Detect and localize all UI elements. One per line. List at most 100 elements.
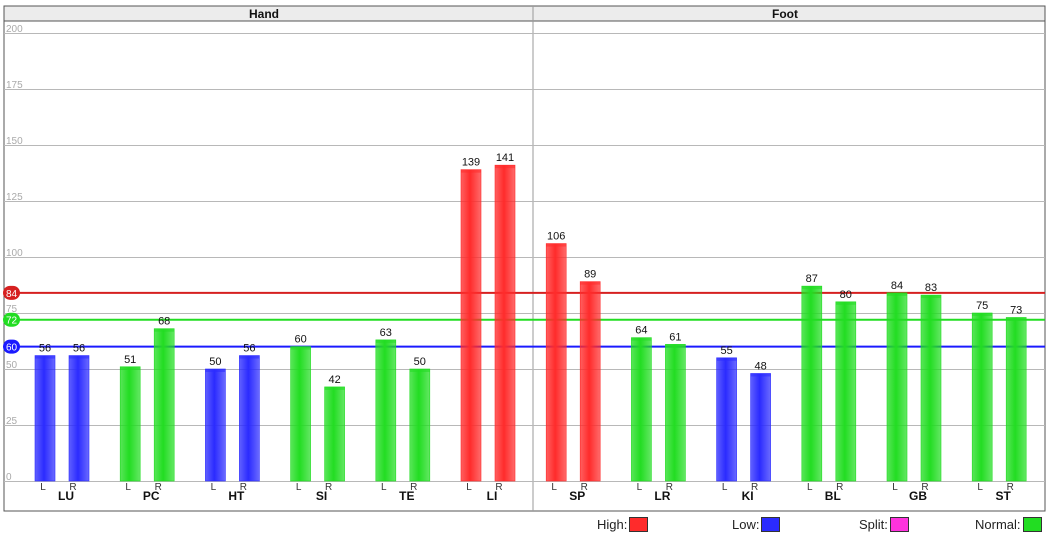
- meridian-chart: Hand Foot 0 25 50 75 100 125 150 175 200 84 72 60 …: [0, 0, 1051, 537]
- group-label-li: LI: [487, 489, 498, 503]
- side-label: L: [637, 482, 643, 493]
- y-tick-label: 0: [6, 472, 12, 483]
- bar-bl-r: [835, 301, 857, 482]
- bar-cap: [716, 357, 737, 361]
- bar-bl-l: [801, 285, 823, 482]
- side-label: L: [466, 482, 472, 493]
- value-label: 60: [294, 334, 306, 346]
- value-label: 51: [124, 354, 136, 366]
- side-label: L: [892, 482, 898, 493]
- value-label: 50: [414, 356, 426, 368]
- bar-cap: [154, 328, 175, 332]
- y-tick-label: 100: [6, 248, 23, 259]
- side-label: L: [211, 482, 217, 493]
- group-label-pc: PC: [143, 489, 160, 503]
- group-label-sp: SP: [569, 489, 585, 503]
- value-label: 61: [669, 331, 681, 343]
- y-tick-label: 200: [6, 24, 23, 35]
- y-tick-label: 175: [6, 80, 23, 91]
- side-label: L: [807, 482, 813, 493]
- value-label: 50: [209, 356, 221, 368]
- side-label: L: [296, 482, 302, 493]
- bar-cap: [495, 165, 515, 169]
- bar-cap: [921, 295, 941, 299]
- group-label-te: TE: [399, 489, 414, 503]
- value-label: 63: [380, 327, 392, 339]
- bar-cap: [631, 337, 652, 341]
- bar-cap: [290, 346, 311, 350]
- bar-te-r: [409, 368, 431, 482]
- bar-cap: [120, 366, 141, 370]
- value-label: 55: [720, 345, 732, 357]
- value-label: 42: [328, 374, 340, 386]
- bar-cap: [835, 301, 856, 305]
- bar-ht-l: [205, 368, 226, 482]
- value-label: 139: [462, 157, 480, 169]
- legend-normal-label: Normal:: [975, 516, 1021, 532]
- panel-header-bar: [3, 5, 1046, 22]
- side-label: L: [40, 482, 46, 493]
- side-label: L: [977, 482, 983, 493]
- bar-lr-r: [665, 344, 686, 482]
- value-label: 56: [39, 343, 51, 355]
- bar-ki-r: [750, 373, 771, 482]
- legend-high-label: High:: [597, 516, 628, 532]
- panel-title-foot: Foot: [772, 7, 798, 21]
- value-label: 73: [1010, 304, 1022, 316]
- side-label: L: [551, 482, 557, 493]
- side-label: L: [381, 482, 387, 493]
- group-label-ki: KI: [742, 489, 754, 503]
- bar-te-l: [375, 339, 397, 482]
- bar-cap: [409, 369, 430, 372]
- value-label: 56: [73, 343, 85, 355]
- bar-cap: [546, 243, 567, 247]
- legend-split: Split:: [859, 515, 909, 533]
- legend-low-label: Low:: [732, 516, 760, 532]
- bar-si-l: [290, 346, 311, 482]
- bar-st-r: [1005, 317, 1027, 482]
- bar-cap: [750, 373, 771, 377]
- bar-cap: [375, 339, 396, 343]
- bar-cap: [35, 355, 55, 359]
- bar-cap: [461, 169, 481, 173]
- bar-cap: [665, 344, 686, 348]
- bar-li-l: [460, 169, 482, 482]
- bar-gb-r: [920, 294, 942, 482]
- bar-cap: [580, 281, 601, 285]
- y-tick-label: 150: [6, 136, 23, 147]
- group-label-ht: HT: [228, 489, 245, 503]
- legend-split-swatch: [889, 516, 909, 532]
- legend-split-label: Split:: [859, 516, 888, 532]
- reference-label-normal: 72: [6, 316, 18, 327]
- value-label: 84: [891, 280, 903, 292]
- panel-title-hand: Hand: [249, 7, 279, 21]
- bar-pc-r: [153, 328, 175, 482]
- bar-cap: [69, 355, 89, 359]
- value-label: 64: [635, 325, 647, 337]
- bar-sp-l: [545, 243, 567, 482]
- bar-pc-l: [119, 366, 141, 482]
- group-label-lr: LR: [654, 489, 670, 503]
- bar-cap: [972, 313, 993, 316]
- group-label-gb: GB: [909, 489, 927, 503]
- bar-cap: [205, 369, 226, 372]
- bar-lr-l: [631, 337, 652, 482]
- y-tick-label: 125: [6, 192, 23, 203]
- value-label: 48: [754, 360, 766, 372]
- value-label: 68: [158, 316, 170, 328]
- bar-gb-l: [886, 292, 908, 482]
- value-label: 89: [584, 269, 596, 281]
- bar-cap: [887, 292, 907, 296]
- bar-st-l: [971, 312, 993, 482]
- value-label: 141: [496, 152, 514, 164]
- legend-low-swatch: [761, 516, 781, 532]
- bar-cap: [239, 355, 260, 359]
- bar-lu-r: [68, 355, 90, 482]
- bar-cap: [1006, 317, 1027, 321]
- bar-cap: [324, 386, 345, 390]
- side-label: L: [125, 482, 131, 493]
- value-label: 56: [243, 343, 255, 355]
- value-label: 106: [547, 231, 565, 243]
- bar-lu-l: [34, 355, 56, 482]
- value-label: 83: [925, 282, 937, 294]
